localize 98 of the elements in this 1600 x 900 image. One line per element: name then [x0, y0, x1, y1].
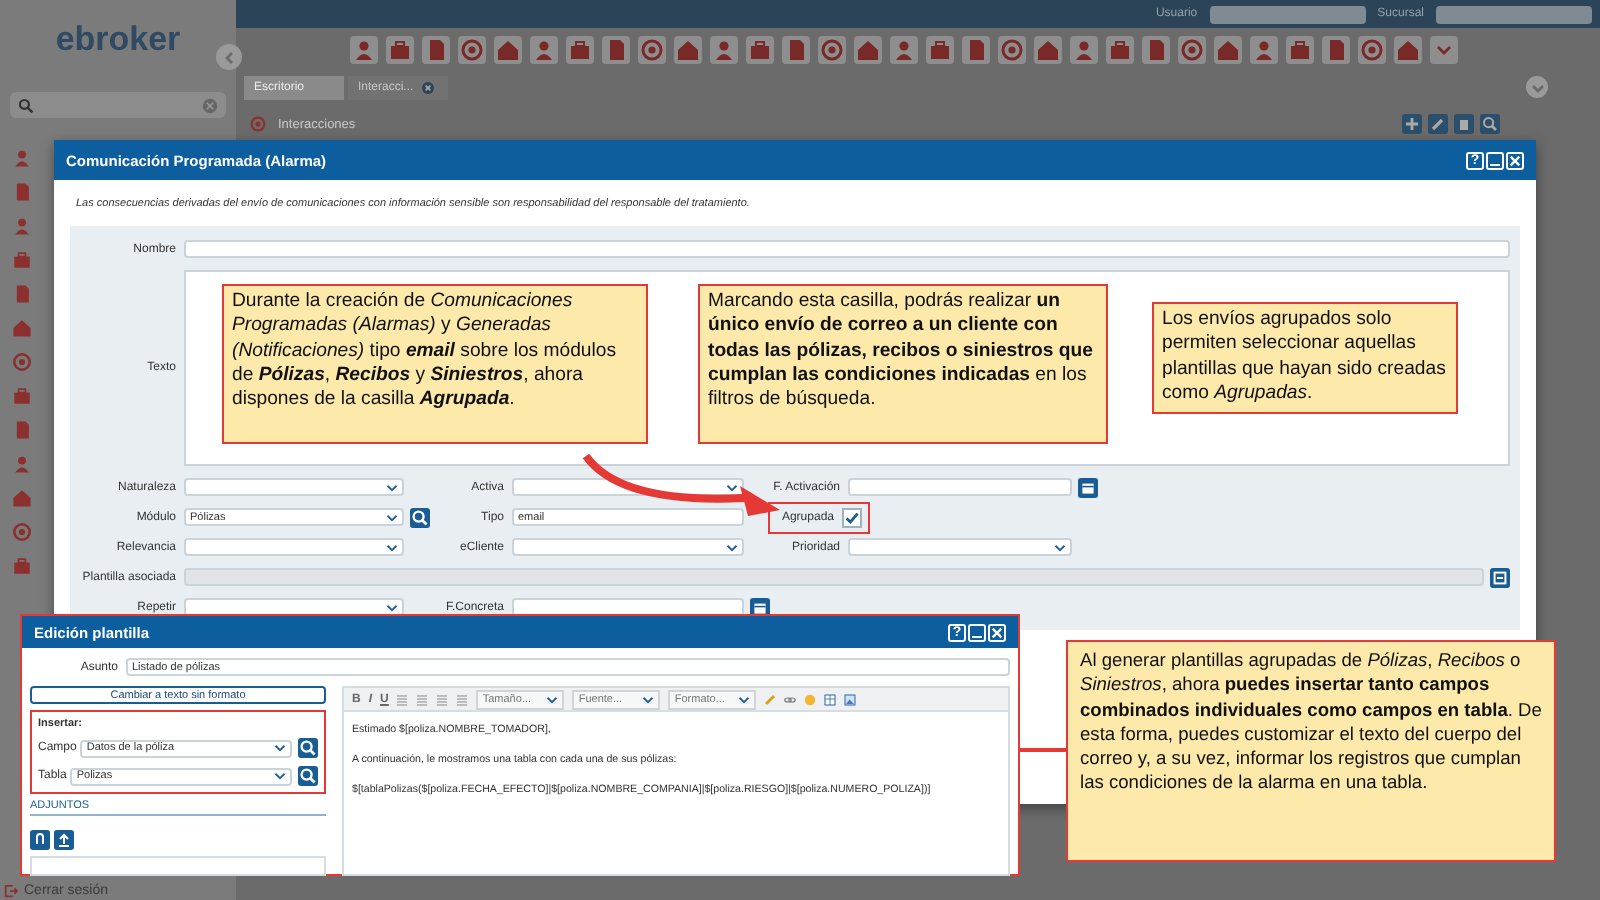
search-field[interactable]: [10, 92, 226, 118]
house-icon[interactable]: [10, 486, 34, 510]
briefcase-icon[interactable]: [386, 36, 414, 64]
person-icon[interactable]: [10, 452, 34, 476]
search-button[interactable]: [1480, 114, 1500, 134]
target-icon[interactable]: [638, 36, 666, 64]
house-icon[interactable]: [1394, 36, 1422, 64]
person-icon[interactable]: [710, 36, 738, 64]
house-icon[interactable]: [494, 36, 522, 64]
callout-note: Durante la creación de Comunicaciones Programadas (Alarmas) y Generadas (Notificaciones) tipo email sobre los módulos de Pólizas, Recibos y Siniestros, ahora dispones de la casilla Agrupada.: [222, 284, 648, 444]
clear-icon[interactable]: [202, 97, 218, 113]
person-icon[interactable]: [1250, 36, 1278, 64]
callout-note: Al generar plantillas agrupadas de Pólizas, Recibos o Siniestros, ahora puedes insertar tanto campos combinados individuales como campos en tabla. De esta forma, puedes customizar el texto del cuerpo del correo y, a su vez, informar los registros que cumplan las condiciones de la alarma en una tabla.: [1066, 640, 1556, 862]
chevron-down-icon: [274, 770, 286, 782]
house-icon[interactable]: [1034, 36, 1062, 64]
briefcase-icon[interactable]: [1286, 36, 1314, 64]
search-button[interactable]: [298, 738, 318, 758]
chevron-down-icon: [738, 693, 751, 705]
logo: ebroker: [55, 20, 181, 60]
briefcase-icon[interactable]: [926, 36, 954, 64]
close-button[interactable]: [988, 623, 1006, 641]
document-icon[interactable]: [962, 36, 990, 64]
briefcase-icon[interactable]: [10, 554, 34, 578]
briefcase-icon[interactable]: [1106, 36, 1134, 64]
picker-button[interactable]: [1490, 567, 1510, 587]
chevron-down-icon: [726, 481, 738, 493]
calendar-button[interactable]: [1078, 477, 1098, 497]
chevron-left-icon: [221, 49, 237, 65]
chevron-down-icon: [1054, 541, 1066, 553]
search-icon: [18, 97, 34, 113]
person-icon[interactable]: [1070, 36, 1098, 64]
document-icon[interactable]: [1142, 36, 1170, 64]
chevron-down-icon: [726, 541, 738, 553]
target-icon[interactable]: [10, 520, 34, 544]
upload-button[interactable]: [54, 830, 74, 850]
branch-field[interactable]: [1436, 5, 1592, 23]
plus-button[interactable]: [1402, 114, 1422, 134]
target-icon[interactable]: [458, 36, 486, 64]
chevron-down-icon[interactable]: [1430, 36, 1458, 64]
house-icon[interactable]: [674, 36, 702, 64]
chevron-down-icon: [546, 693, 559, 705]
chevron-down-icon: [642, 693, 655, 705]
document-icon[interactable]: [1322, 36, 1350, 64]
chevron-down-icon: [274, 742, 286, 754]
pencil-button[interactable]: [1428, 114, 1448, 134]
date-input[interactable]: [848, 478, 1072, 496]
target-icon[interactable]: [10, 350, 34, 374]
chevron-down-icon: [386, 481, 398, 493]
user-field[interactable]: [1209, 5, 1366, 23]
collapse-button[interactable]: [216, 44, 242, 70]
document-icon[interactable]: [602, 36, 630, 64]
close-button[interactable]: [1506, 151, 1524, 169]
calendar-button[interactable]: [750, 597, 770, 617]
align-icon[interactable]: [396, 693, 409, 705]
target-icon[interactable]: [1358, 36, 1386, 64]
checkbox[interactable]: [842, 507, 862, 527]
house-icon[interactable]: [1214, 36, 1242, 64]
search-button[interactable]: [410, 507, 430, 527]
briefcase-icon[interactable]: [10, 384, 34, 408]
paperclip-button[interactable]: [30, 830, 50, 850]
person-icon[interactable]: [530, 36, 558, 64]
chevron-down-icon: [386, 541, 398, 553]
table-icon[interactable]: [824, 693, 837, 705]
target-icon[interactable]: [1178, 36, 1206, 64]
chevron-down-icon: [386, 601, 398, 613]
briefcase-icon[interactable]: [566, 36, 594, 64]
person-icon[interactable]: [10, 146, 34, 170]
minimize-button[interactable]: [1486, 151, 1504, 169]
callout-note: Marcando esta casilla, podrás realizar un único envío de correo a un cliente con todas las pólizas, recibos o siniestros que cumplan las condiciones indicadas en los filtros de búsqueda.: [698, 284, 1108, 444]
text-area[interactable]: [184, 270, 1510, 466]
briefcase-icon[interactable]: [746, 36, 774, 64]
text-input[interactable]: [184, 240, 1510, 258]
person-icon[interactable]: [890, 36, 918, 64]
house-icon[interactable]: [10, 316, 34, 340]
link-icon[interactable]: [784, 693, 797, 705]
document-icon[interactable]: [422, 36, 450, 64]
close-icon[interactable]: [421, 82, 434, 94]
image-icon[interactable]: [844, 693, 857, 705]
target-icon[interactable]: [998, 36, 1026, 64]
house-icon[interactable]: [854, 36, 882, 64]
briefcase-icon[interactable]: [10, 248, 34, 272]
trash-button[interactable]: [1454, 114, 1474, 134]
align-icon[interactable]: [436, 693, 449, 705]
document-icon[interactable]: [782, 36, 810, 64]
chevron-down-icon: [386, 511, 398, 523]
target-icon[interactable]: [818, 36, 846, 64]
search-button[interactable]: [298, 766, 318, 786]
logout-icon: [4, 884, 18, 898]
pencil-icon[interactable]: [764, 693, 777, 705]
align-icon[interactable]: [416, 693, 429, 705]
person-icon[interactable]: [350, 36, 378, 64]
minimize-button[interactable]: [968, 623, 986, 641]
person-icon[interactable]: [10, 214, 34, 238]
expand-button[interactable]: [1526, 76, 1548, 98]
chevron-down-icon: [1529, 79, 1545, 95]
callout-note: Los envíos agrupados solo permiten seleccionar aquellas plantillas que hayan sido creadas como Agrupadas.: [1152, 302, 1458, 414]
target-icon: [248, 114, 268, 134]
align-icon[interactable]: [456, 693, 469, 705]
